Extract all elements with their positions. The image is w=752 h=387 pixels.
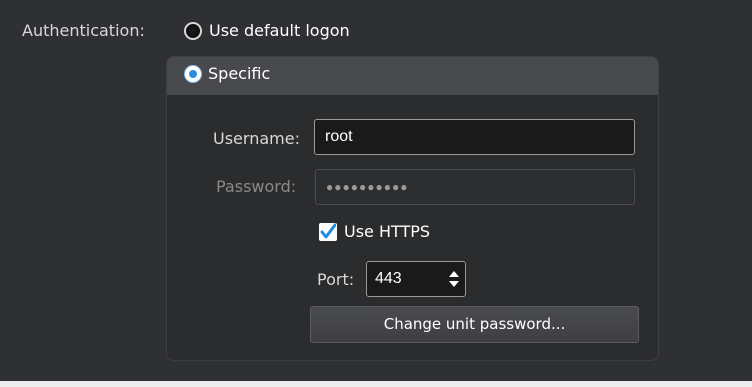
specific-radio[interactable] <box>184 65 202 83</box>
use-default-logon-radio[interactable] <box>184 22 202 40</box>
bottom-edge <box>0 381 752 387</box>
spin-down-icon[interactable] <box>449 281 459 287</box>
specific-label[interactable]: Specific <box>208 66 270 82</box>
use-default-logon-label[interactable]: Use default logon <box>209 23 350 39</box>
spin-up-icon[interactable] <box>449 271 459 277</box>
checkmark-icon <box>320 223 336 239</box>
change-unit-password-button[interactable]: Change unit password... <box>310 306 639 343</box>
username-input[interactable] <box>314 119 635 155</box>
password-input <box>315 169 635 205</box>
port-label: Port: <box>317 270 355 289</box>
username-label: Username: <box>213 129 300 148</box>
use-https-label[interactable]: Use HTTPS <box>344 224 430 240</box>
port-stepper[interactable] <box>366 261 466 297</box>
authentication-label: Authentication: <box>22 21 145 40</box>
password-label: Password: <box>216 177 297 196</box>
use-https-checkbox[interactable] <box>319 223 337 241</box>
port-input[interactable] <box>367 262 437 296</box>
authentication-settings: Authentication: Use default logon Specif… <box>0 0 752 387</box>
radio-selected-dot <box>189 70 197 78</box>
